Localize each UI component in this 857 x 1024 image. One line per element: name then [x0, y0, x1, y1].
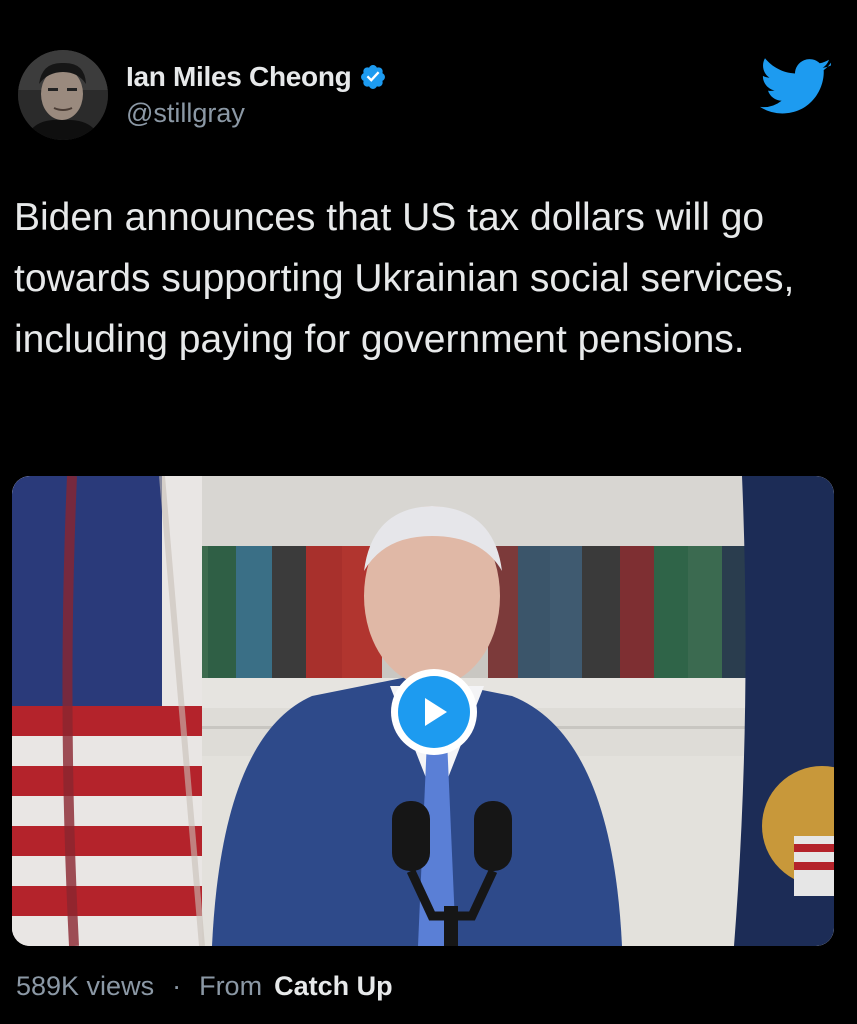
- author-handle[interactable]: @stillgray: [126, 98, 387, 129]
- video-player[interactable]: [12, 476, 834, 946]
- author-names: Ian Miles Cheong @stillgray: [126, 58, 387, 129]
- tweet-footer: 589K views · From Catch Up: [16, 966, 393, 1006]
- tweet-text: Biden announces that US tax dollars will…: [14, 196, 795, 361]
- verified-badge-icon: [359, 63, 387, 91]
- source-link[interactable]: Catch Up: [274, 971, 393, 1002]
- play-button[interactable]: [391, 669, 477, 755]
- avatar[interactable]: [18, 50, 108, 140]
- presidential-flag: [734, 476, 834, 946]
- twitter-bird-icon[interactable]: [760, 56, 832, 116]
- tweet-header: Ian Miles Cheong @stillgray: [18, 50, 838, 146]
- tweet-card: Ian Miles Cheong @stillgray Biden announ…: [0, 0, 857, 1024]
- display-name[interactable]: Ian Miles Cheong: [126, 61, 352, 93]
- play-icon: [398, 676, 470, 748]
- view-count: 589K views: [16, 970, 155, 1001]
- from-label: From: [199, 970, 263, 1001]
- american-flag: [12, 476, 205, 946]
- display-name-row: Ian Miles Cheong: [126, 58, 387, 96]
- separator: ·: [172, 970, 182, 1001]
